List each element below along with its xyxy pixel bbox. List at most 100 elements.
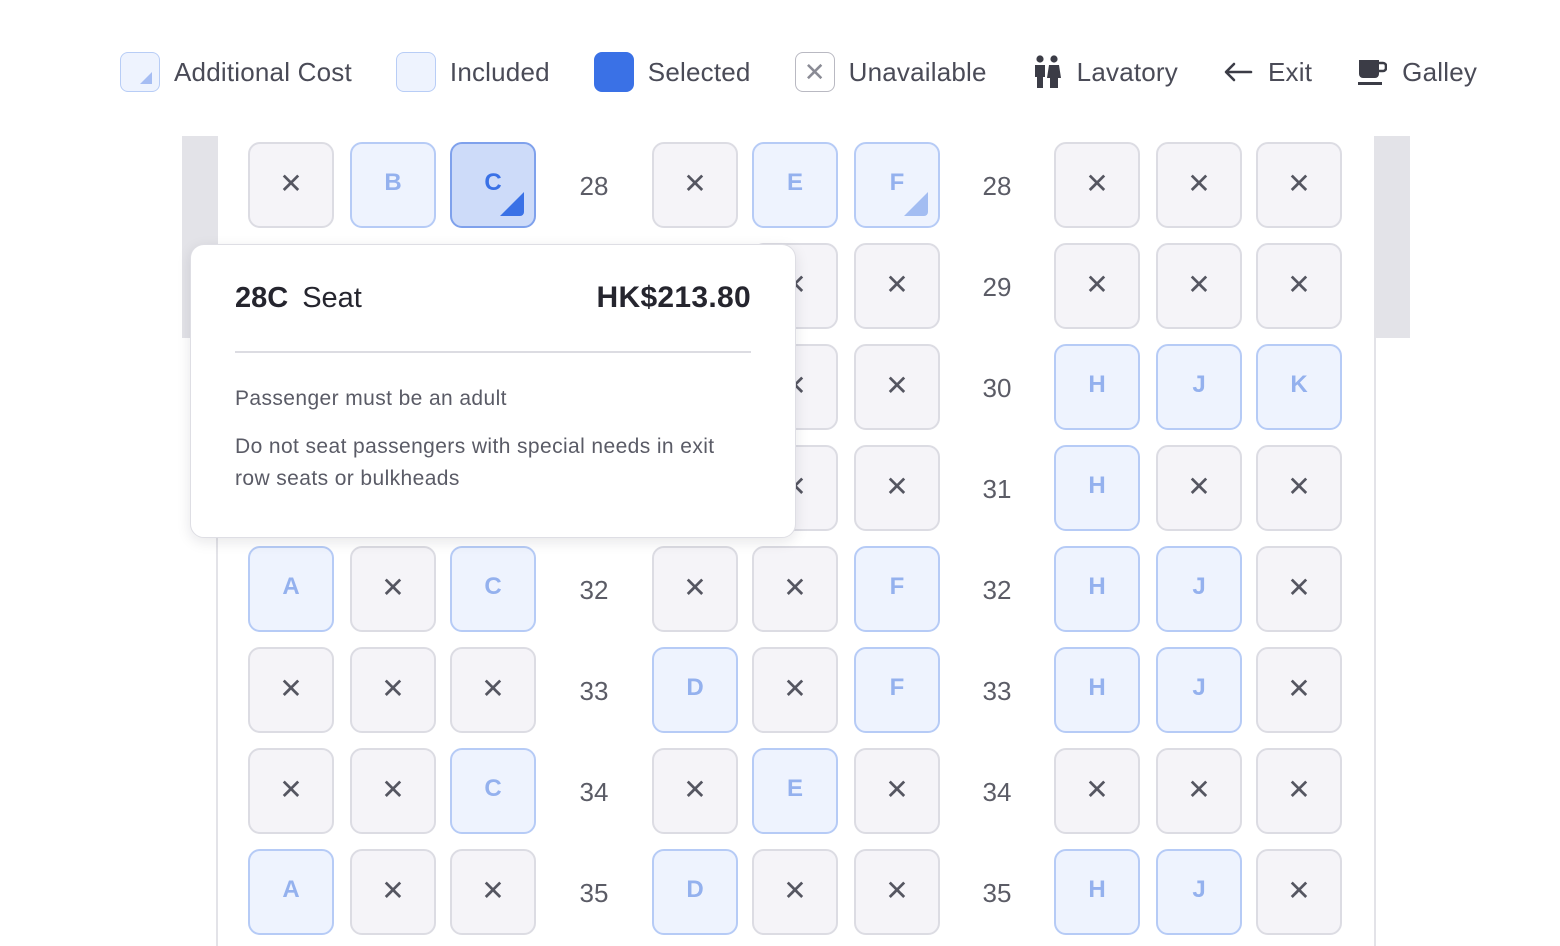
unavailable-x-icon: ✕ (1287, 672, 1311, 704)
seat-28E[interactable]: E (752, 142, 838, 228)
seat-34E[interactable]: E (752, 748, 838, 834)
seat-35D[interactable]: D (652, 849, 738, 935)
seat-32J[interactable]: J (1156, 546, 1242, 632)
unavailable-x-icon: ✕ (381, 874, 405, 906)
row-number: 33 (579, 675, 609, 706)
tooltip-title: 28C Seat (235, 282, 362, 315)
row-number: 29 (982, 271, 1012, 302)
seat-28F[interactable]: F (854, 142, 940, 228)
unavailable-x-icon: ✕ (381, 571, 405, 603)
seat-30K[interactable]: K (1256, 344, 1342, 430)
legend-label: Galley (1402, 56, 1478, 87)
unavailable-x-icon: ✕ (1287, 874, 1311, 906)
seat-34D: ✕ (652, 748, 738, 834)
unavailable-x-icon: ✕ (885, 874, 909, 906)
seat-32B: ✕ (350, 546, 436, 632)
unavailable-x-icon: ✕ (381, 773, 405, 805)
seat-30F: ✕ (854, 344, 940, 430)
unavailable-x-icon: ✕ (1085, 167, 1109, 199)
seat-31K: ✕ (1256, 445, 1342, 531)
unavailable-x-icon: ✕ (683, 773, 707, 805)
seat-letter: H (1088, 371, 1106, 398)
unavailable-x-icon: ✕ (1187, 167, 1211, 199)
seat-34C[interactable]: C (450, 748, 536, 834)
unavailable-x-icon: ✕ (1287, 470, 1311, 502)
legend-label: Exit (1268, 56, 1313, 87)
seat-letter: J (1192, 573, 1206, 600)
seat-33A: ✕ (248, 647, 334, 733)
legend-exit: Exit (1222, 54, 1312, 90)
seat-32C[interactable]: C (450, 546, 536, 632)
seat-letter: C (484, 775, 502, 802)
row-number: 34 (579, 776, 609, 807)
unavailable-x-icon: ✕ (683, 167, 707, 199)
seat-letter: J (1192, 371, 1206, 398)
seat-28A: ✕ (248, 142, 334, 228)
seat-31F: ✕ (854, 445, 940, 531)
seat-35E: ✕ (752, 849, 838, 935)
legend-additional-cost: Additional Cost (120, 52, 352, 92)
seat-29F: ✕ (854, 243, 940, 329)
seat-28B[interactable]: B (350, 142, 436, 228)
seat-tooltip: 28C Seat HK$213.80 Passenger must be an a… (190, 244, 796, 538)
seat-letter: H (1088, 876, 1106, 903)
unavailable-x-icon: ✕ (783, 874, 807, 906)
unavailable-x-icon: ✕ (279, 773, 303, 805)
seat-33K: ✕ (1256, 647, 1342, 733)
seat-33D[interactable]: D (652, 647, 738, 733)
unavailable-x-icon: ✕ (279, 672, 303, 704)
tooltip-note: Do not seat passengers with special need… (235, 435, 715, 490)
unavailable-x-icon: ✕ (1187, 773, 1211, 805)
seat-letter: D (686, 876, 704, 903)
unavailable-x-icon: ✕ (1085, 268, 1109, 300)
seat-35A[interactable]: A (248, 849, 334, 935)
seat-32F[interactable]: F (854, 546, 940, 632)
row-number: 28 (579, 170, 609, 201)
seat-28D: ✕ (652, 142, 738, 228)
seat-35K: ✕ (1256, 849, 1342, 935)
seat-34H: ✕ (1054, 748, 1140, 834)
seat-letter: F (889, 573, 905, 600)
unavailable-x-icon: ✕ (783, 571, 807, 603)
unavailable-x-icon: ✕ (481, 672, 505, 704)
seat-32A[interactable]: A (248, 546, 334, 632)
seat-letter: A (282, 876, 300, 903)
seat-33H[interactable]: H (1054, 647, 1140, 733)
seat-30J[interactable]: J (1156, 344, 1242, 430)
legend-lavatory: Lavatory (1031, 54, 1178, 90)
seat-row: ✕ ✕ C ✕ E ✕ ✕ ✕ ✕ 34 34 (0, 748, 1560, 836)
seat-33J[interactable]: J (1156, 647, 1242, 733)
seat-28K: ✕ (1256, 142, 1342, 228)
unavailable-x-icon: ✕ (1085, 773, 1109, 805)
seat-letter: H (1088, 472, 1106, 499)
seat-letter: B (384, 169, 402, 196)
unavailable-x-icon: ✕ (1287, 167, 1311, 199)
row-number: 30 (982, 372, 1012, 403)
unavailable-x-icon: ✕ (885, 773, 909, 805)
seat-35C: ✕ (450, 849, 536, 935)
seat-letter: E (786, 775, 803, 802)
seat-31H[interactable]: H (1054, 445, 1140, 531)
unavailable-x-icon: ✕ (1287, 571, 1311, 603)
seat-33F[interactable]: F (854, 647, 940, 733)
seat-28C[interactable]: C (450, 142, 536, 228)
legend-included: Included (395, 52, 550, 92)
unavailable-x-icon: ✕ (885, 470, 909, 502)
seat-35F: ✕ (854, 849, 940, 935)
seat-29H: ✕ (1054, 243, 1140, 329)
legend-label: Included (449, 56, 550, 87)
unavailable-swatch-icon: ✕ (794, 52, 835, 92)
seat-35H[interactable]: H (1054, 849, 1140, 935)
row-number: 32 (982, 574, 1012, 605)
seat-32H[interactable]: H (1054, 546, 1140, 632)
additional-cost-swatch-icon (120, 52, 160, 92)
seat-35J[interactable]: J (1156, 849, 1242, 935)
seat-30H[interactable]: H (1054, 344, 1140, 430)
unavailable-x-icon: ✕ (1287, 773, 1311, 805)
row-number: 34 (982, 776, 1012, 807)
unavailable-x-icon: ✕ (481, 874, 505, 906)
legend-label: Lavatory (1076, 56, 1178, 87)
tooltip-seat-type: Seat (302, 281, 362, 314)
seat-legend: Additional Cost Included Selected ✕ Unav… (120, 50, 1477, 94)
legend-label: Unavailable (848, 56, 987, 87)
